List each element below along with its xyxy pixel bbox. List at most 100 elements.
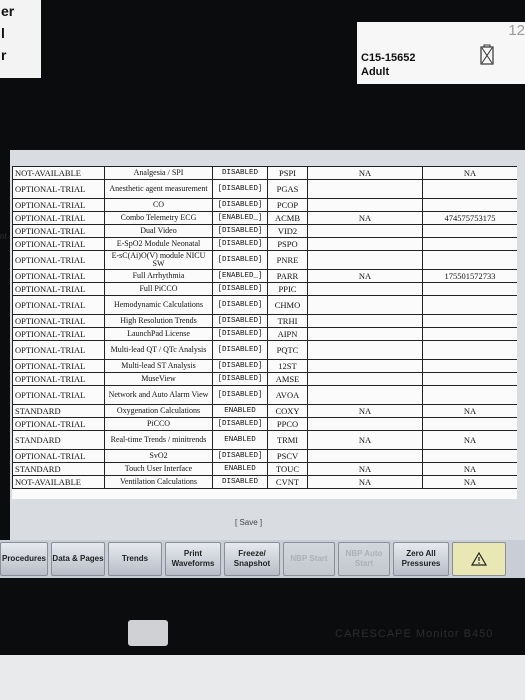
license-cell: OPTIONAL-TRIAL	[12, 372, 105, 386]
code-cell: CVNT	[267, 475, 308, 489]
patient-info[interactable]: C15-15652 Adult 12	[357, 22, 525, 84]
feature-cell: MuseView	[104, 372, 213, 386]
value-cell	[307, 224, 423, 238]
top-left-line: l	[1, 25, 5, 41]
license-cell: OPTIONAL-TRIAL	[12, 295, 105, 315]
nbp-auto-start-button[interactable]: NBP Auto Start	[338, 542, 390, 576]
license-cell: OPTIONAL-TRIAL	[12, 385, 105, 405]
value-cell: NA	[307, 211, 423, 225]
value-cell	[307, 449, 423, 463]
table-row: OPTIONAL-TRIAL Hemodynamic Calculations [D…	[12, 295, 517, 315]
code-cell: PSPO	[267, 237, 308, 251]
table-row: OPTIONAL-TRIAL High Resolution Trends [DIS…	[12, 314, 517, 328]
bed-number: 12	[508, 22, 525, 39]
status-cell: [DISABLED]	[212, 224, 268, 238]
status-cell: [DISABLED]	[212, 327, 268, 341]
code-cell: PSPI	[267, 166, 308, 180]
serial-cell	[422, 295, 517, 315]
serial-cell	[422, 250, 517, 270]
table-row: NOT-AVAILABLE Ventilation Calculations DIS…	[12, 475, 517, 489]
serial-cell	[422, 327, 517, 341]
license-cell: OPTIONAL-TRIAL	[12, 417, 105, 431]
serial-cell	[422, 449, 517, 463]
table-row: OPTIONAL-TRIAL MuseView [DISABLED] AMSE	[12, 372, 517, 386]
status-cell: [DISABLED]	[212, 417, 268, 431]
license-cell: STANDARD	[12, 462, 105, 476]
value-cell	[307, 359, 423, 373]
value-cell	[307, 327, 423, 341]
license-cell: OPTIONAL-TRIAL	[12, 359, 105, 373]
status-cell: [DISABLED]	[212, 179, 268, 199]
status-cell: ENABLED	[212, 404, 268, 418]
feature-cell: Full PiCCO	[104, 282, 213, 296]
status-cell: [DISABLED]	[212, 198, 268, 212]
value-cell: NA	[307, 404, 423, 418]
license-cell: OPTIONAL-TRIAL	[12, 327, 105, 341]
print-waveforms-button[interactable]: Print Waveforms	[165, 542, 221, 576]
value-cell	[307, 237, 423, 251]
top-left-panel: er l r	[0, 0, 41, 78]
value-cell: NA	[307, 269, 423, 283]
serial-cell: NA	[422, 166, 517, 180]
save-button[interactable]: [ Save ]	[235, 518, 262, 527]
status-cell: [DISABLED]	[212, 295, 268, 315]
feature-cell: Real-time Trends / minitrends	[104, 430, 213, 450]
status-cell: [DISABLED]	[212, 449, 268, 463]
table-row: OPTIONAL-TRIAL E-SpO2 Module Neonatal [DIS…	[12, 237, 517, 251]
zero-all-pressures-button[interactable]: Zero All Pressures	[393, 542, 449, 576]
feature-cell: E-SpO2 Module Neonatal	[104, 237, 213, 251]
table-row: OPTIONAL-TRIAL Dual Video [DISABLED] VID2	[12, 224, 517, 238]
value-cell	[307, 417, 423, 431]
value-cell: NA	[307, 430, 423, 450]
value-cell	[307, 314, 423, 328]
code-cell: PGAS	[267, 179, 308, 199]
code-cell: PPIC	[267, 282, 308, 296]
status-cell: [DISABLED]	[212, 359, 268, 373]
status-cell: ENABLED	[212, 430, 268, 450]
code-cell: PARR	[267, 269, 308, 283]
code-cell: AMSE	[267, 372, 308, 386]
status-cell: [DISABLED]	[212, 385, 268, 405]
code-cell: PNRE	[267, 250, 308, 270]
code-cell: COXY	[267, 404, 308, 418]
value-cell	[307, 198, 423, 212]
serial-cell	[422, 417, 517, 431]
status-cell: ENABLED	[212, 462, 268, 476]
feature-cell: Ventilation Calculations	[104, 475, 213, 489]
code-cell: ACMB	[267, 211, 308, 225]
license-cell: STANDARD	[12, 430, 105, 450]
procedures-button[interactable]: Procedures	[0, 542, 48, 576]
serial-cell: 474575753175	[422, 211, 517, 225]
serial-cell: NA	[422, 475, 517, 489]
license-cell: OPTIONAL-TRIAL	[12, 314, 105, 328]
value-cell: NA	[307, 475, 423, 489]
top-left-line: er	[1, 3, 15, 19]
license-cell: OPTIONAL-TRIAL	[12, 282, 105, 296]
alarm-silence-button[interactable]	[452, 542, 506, 576]
feature-cell: Anesthetic agent measurement	[104, 179, 213, 199]
table-row: OPTIONAL-TRIAL LaunchPad License [DISABLED…	[12, 327, 517, 341]
feature-cell: Touch User Interface	[104, 462, 213, 476]
serial-cell: NA	[422, 404, 517, 418]
license-table-panel[interactable]: NOT-AVAILABLE Analgesia / SPI DISABLED PSPI…	[12, 166, 517, 499]
status-cell: DISABLED	[212, 475, 268, 489]
license-cell: OPTIONAL-TRIAL	[12, 250, 105, 270]
serial-cell	[422, 237, 517, 251]
trim-knob[interactable]	[128, 620, 168, 646]
freeze-snapshot-button[interactable]: Freeze/ Snapshot	[224, 542, 280, 576]
serial-cell	[422, 282, 517, 296]
table-row: OPTIONAL-TRIAL Multi-lead ST Analysis [DIS…	[12, 359, 517, 373]
status-cell: [DISABLED]	[212, 340, 268, 360]
nbp-start-button[interactable]: NBP Start	[283, 542, 335, 576]
code-cell: PQTC	[267, 340, 308, 360]
table-row: OPTIONAL-TRIAL Anesthetic agent measureme…	[12, 179, 517, 199]
feature-cell: Multi-lead ST Analysis	[104, 359, 213, 373]
table-row: STANDARD Real-time Trends / minitrends ENA…	[12, 430, 517, 450]
data-pages-button[interactable]: Data & Pages	[51, 542, 105, 576]
feature-cell: Full Arrhythmia	[104, 269, 213, 283]
trends-button[interactable]: Trends	[108, 542, 162, 576]
feature-cell: E-sC(Ai)O(V) module NICU SW	[104, 250, 213, 270]
feature-cell: Multi-lead QT / QTc Analysis	[104, 340, 213, 360]
value-cell	[307, 295, 423, 315]
feature-cell: Analgesia / SPI	[104, 166, 213, 180]
